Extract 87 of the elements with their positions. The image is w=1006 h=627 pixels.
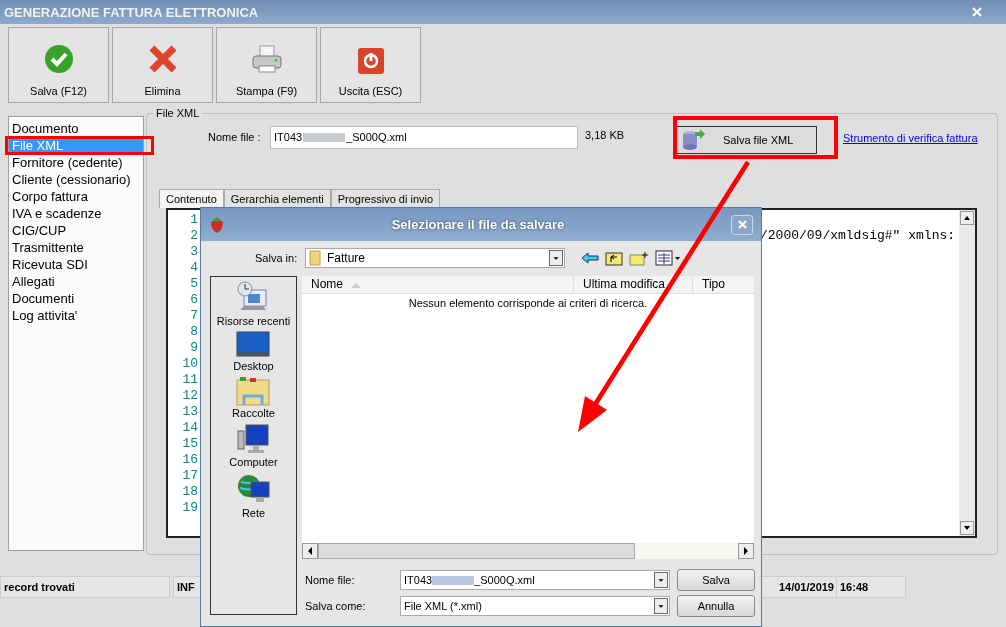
section-item[interactable]: Trasmittente xyxy=(9,239,143,256)
save-in-label: Salva in: xyxy=(255,252,299,264)
toolbar-button[interactable]: Salva (F12) xyxy=(8,27,109,103)
scroll-down-icon[interactable] xyxy=(960,521,974,535)
line-number: 18 xyxy=(181,484,198,500)
printer-icon xyxy=(249,43,284,75)
database-icon xyxy=(681,129,705,151)
line-number: 6 xyxy=(189,292,198,308)
section-item[interactable]: Documento xyxy=(9,120,143,137)
folder-icon xyxy=(236,376,271,406)
scroll-right-icon[interactable] xyxy=(738,543,754,559)
section-item[interactable]: Corpo fattura xyxy=(9,188,143,205)
back-arrow-icon[interactable] xyxy=(581,251,599,265)
section-item[interactable]: Cliente (cessionario) xyxy=(9,171,143,188)
line-number: 15 xyxy=(181,436,198,452)
toolbar-button[interactable]: Stampa (F9) xyxy=(216,27,317,103)
line-number: 16 xyxy=(181,452,198,468)
line-number: 10 xyxy=(181,356,198,372)
section-item[interactable]: Fornitore (cedente) xyxy=(9,154,143,171)
file-type-dropdown[interactable]: File XML (*.xml) xyxy=(400,596,670,616)
line-number: 3 xyxy=(189,244,198,260)
new-folder-icon[interactable] xyxy=(629,250,649,266)
column-header[interactable]: Nome xyxy=(302,276,574,293)
verify-link[interactable]: Strumento di verifica fattura xyxy=(843,132,978,144)
strawberry-icon xyxy=(209,215,225,234)
dropdown-caret-icon[interactable] xyxy=(654,572,668,588)
dropdown-caret-icon[interactable] xyxy=(654,598,668,614)
place-item[interactable]: Risorse recenti xyxy=(216,280,291,327)
folder-icon xyxy=(309,250,321,266)
section-item[interactable]: CIG/CUP xyxy=(9,222,143,239)
dropdown-caret-icon[interactable] xyxy=(549,250,563,266)
file-size: 3,18 KB xyxy=(585,129,626,141)
save-button[interactable]: Salva xyxy=(677,569,755,591)
code-text: /2000/09/xmldsig#" xmlns: xyxy=(760,228,956,244)
file-name-label: Nome file: xyxy=(304,574,356,586)
place-item[interactable]: Rete xyxy=(236,472,271,519)
section-item[interactable]: Log attivita' xyxy=(9,307,143,324)
line-number: 1 xyxy=(189,212,198,228)
sort-icon xyxy=(351,281,361,288)
cancel-button[interactable]: Annulla xyxy=(677,595,755,617)
line-number: 14 xyxy=(181,420,198,436)
line-number: 17 xyxy=(181,468,198,484)
line-number: 9 xyxy=(189,340,198,356)
line-number: 11 xyxy=(181,372,198,388)
up-folder-icon[interactable] xyxy=(605,250,623,266)
place-item[interactable]: Desktop xyxy=(233,331,274,372)
view-menu-icon[interactable] xyxy=(655,250,681,266)
toolbar-button[interactable]: Uscita (ESC) xyxy=(320,27,421,103)
scroll-up-icon[interactable] xyxy=(960,211,974,225)
status-field: 16:48 xyxy=(836,576,906,598)
dialog-title: Selezionare il file da salvare xyxy=(390,217,566,232)
toolbar-button[interactable]: Elimina xyxy=(112,27,213,103)
window-title: GENERAZIONE FATTURA ELETTRONICA xyxy=(4,4,259,20)
place-item[interactable]: Computer xyxy=(229,423,278,468)
line-number: 8 xyxy=(189,324,198,340)
section-item[interactable]: IVA e scadenze xyxy=(9,205,143,222)
file-name-field[interactable]: IT043 _S000Q.xml xyxy=(270,126,578,149)
check-icon xyxy=(42,43,75,75)
line-number: 12 xyxy=(181,388,198,404)
tab[interactable]: Contenuto xyxy=(159,189,224,208)
horizontal-scrollbar[interactable] xyxy=(302,543,754,559)
section-item[interactable]: Documenti xyxy=(9,290,143,307)
vertical-scrollbar[interactable] xyxy=(959,210,975,536)
line-number: 2 xyxy=(189,228,198,244)
computer-icon xyxy=(236,423,271,455)
line-number: 4 xyxy=(189,260,198,276)
monitor-icon xyxy=(236,331,271,359)
save-xml-button[interactable]: Salva file XML xyxy=(675,126,817,154)
status-field: record trovati xyxy=(0,576,170,598)
status-field: 14/01/2019 xyxy=(760,576,838,598)
empty-message: Nessun elemento corrisponde ai criteri di ricerca. xyxy=(407,297,649,309)
folder-dropdown[interactable]: Fatture xyxy=(305,248,565,268)
file-name-dropdown[interactable]: IT043 _S000Q.xml xyxy=(400,570,670,590)
section-item[interactable]: Allegati xyxy=(9,273,143,290)
line-number: 7 xyxy=(189,308,198,324)
place-item[interactable]: Raccolte xyxy=(232,376,275,419)
column-header[interactable]: Tipo xyxy=(693,276,754,293)
group-title: File XML xyxy=(153,107,203,119)
field-label: Nome file : xyxy=(208,131,262,143)
line-number: 5 xyxy=(189,276,198,292)
scroll-left-icon[interactable] xyxy=(302,543,318,559)
power-icon xyxy=(356,47,385,75)
close-button[interactable] xyxy=(731,214,753,235)
file-type-label: Salva come: xyxy=(304,600,367,612)
line-number: 13 xyxy=(181,404,198,420)
line-number: 19 xyxy=(181,500,198,516)
section-item[interactable]: Ricevuta SDI xyxy=(9,256,143,273)
